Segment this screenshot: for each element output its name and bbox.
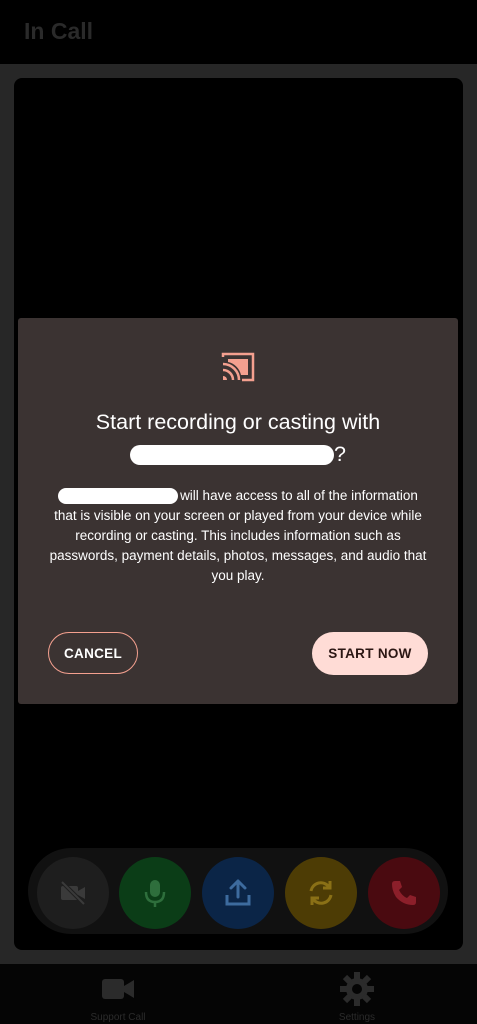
switch-camera-button[interactable] [285,857,357,929]
dialog-message-first-line: will have access to all of the informati… [44,486,432,506]
dialog-message-rest: that is visible on your screen or played… [49,508,427,583]
dialog-title: Start recording or casting with ? [38,406,438,470]
phone-icon [392,881,416,905]
cancel-button[interactable]: CANCEL [48,632,138,674]
bottom-nav: Support Call Settings [0,964,477,1024]
camera-off-button[interactable] [37,857,109,929]
dialog-message: will have access to all of the informati… [44,486,432,586]
screen-capture-dialog: Start recording or casting with ? will h… [18,318,458,704]
start-now-button[interactable]: START NOW [312,632,428,675]
dialog-message-line1: will have access to all of the informati… [180,488,418,503]
page-title: In Call [24,18,94,44]
screen: In Call Support Call Settings Start reco… [0,0,477,1024]
redacted-app-name [130,445,335,466]
nav-item-support-call[interactable]: Support Call [58,970,178,1023]
nav-item-label: Support Call [90,1012,146,1023]
microphone-icon [144,880,166,907]
refresh-icon [309,881,333,905]
app-bar: In Call [0,0,477,64]
video-camera-icon [102,979,134,999]
nav-item-label: Settings [338,1012,376,1023]
dialog-title-line: Start recording or casting with [95,410,381,434]
dialog-title-suffix: ? [334,442,346,466]
share-screen-button[interactable] [202,857,274,929]
redacted-app-name [58,488,179,505]
nav-item-settings[interactable]: Settings [297,970,417,1023]
dialog-title-app-line: ? [38,438,438,470]
microphone-button[interactable] [119,857,191,929]
cast-icon [221,352,255,382]
upload-icon [225,879,251,906]
video-off-icon [60,880,86,906]
end-call-button[interactable] [368,857,440,929]
gear-icon [340,972,374,1006]
